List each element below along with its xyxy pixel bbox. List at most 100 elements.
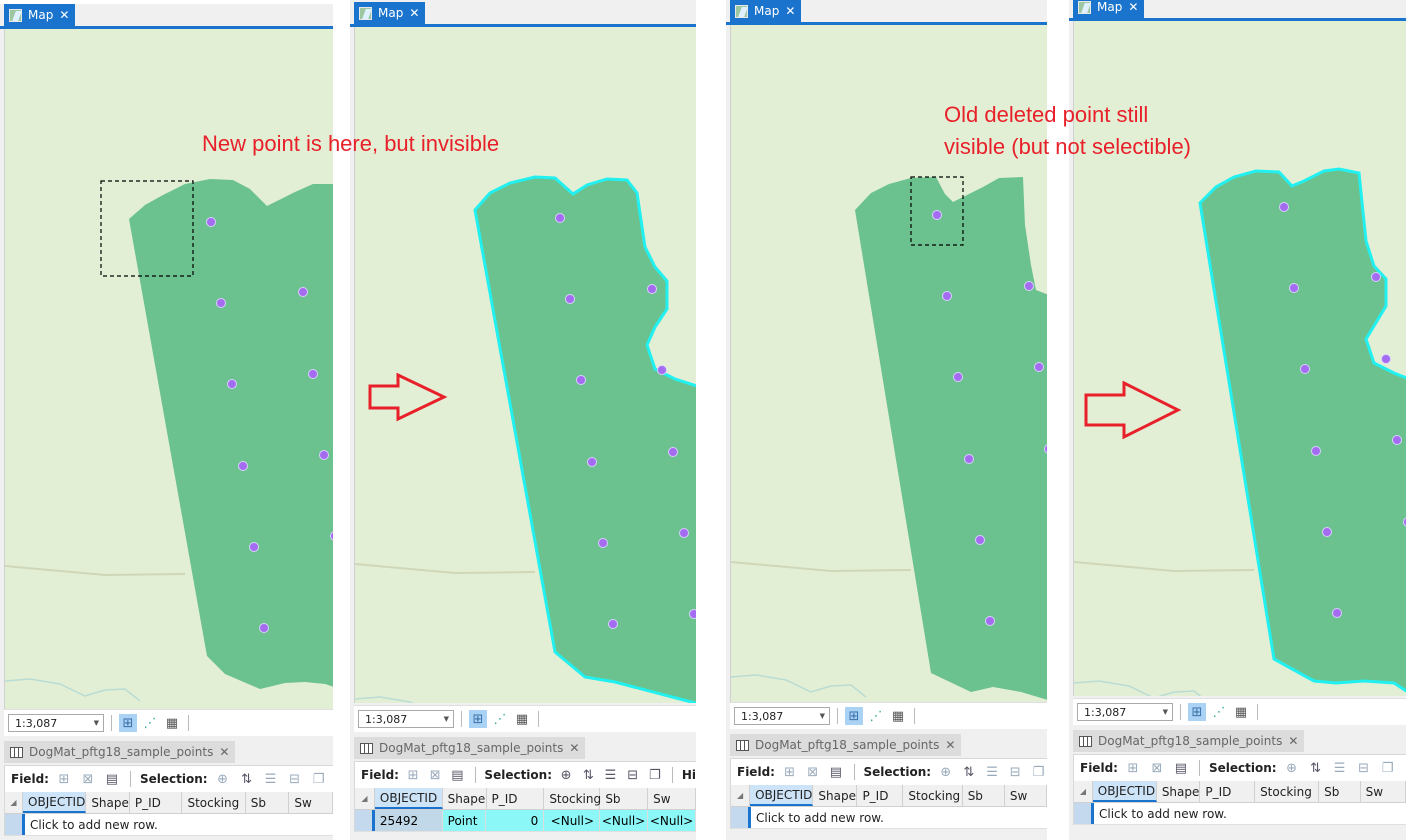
column-header[interactable]: P_ID [1200, 781, 1256, 802]
sample-point[interactable] [668, 447, 678, 457]
field-view-icon[interactable]: ▤ [1172, 761, 1190, 776]
sample-point[interactable] [249, 542, 259, 552]
sample-point[interactable] [587, 457, 597, 467]
select-all-corner[interactable]: ◢ [5, 792, 24, 813]
clear-selection-icon[interactable]: ☰ [602, 768, 618, 783]
column-header[interactable]: Stocking [182, 792, 246, 813]
delete-field-icon[interactable]: ⊠ [804, 765, 821, 780]
field-view-icon[interactable]: ▤ [449, 768, 465, 783]
field-view-icon[interactable]: ▤ [103, 772, 121, 787]
sample-point[interactable] [1392, 435, 1402, 445]
clear-selection-icon[interactable]: ☰ [262, 772, 280, 787]
cell-objectid[interactable]: 25492 [374, 810, 443, 831]
scale-dropdown[interactable]: 1:3,087 ▼ [1077, 703, 1173, 721]
column-header[interactable]: P_ID [487, 788, 545, 809]
sample-point[interactable] [565, 294, 575, 304]
stand-polygon[interactable] [473, 175, 696, 703]
column-header[interactable]: Sb [246, 792, 290, 813]
clear-selection-icon[interactable]: ☰ [983, 765, 1000, 780]
column-header[interactable]: Sb [1319, 781, 1361, 802]
snapping-icon[interactable]: ⋰ [867, 707, 885, 725]
sample-point[interactable] [1034, 362, 1044, 372]
sample-point[interactable] [942, 291, 952, 301]
table-grid-icon[interactable]: ▦ [513, 710, 531, 728]
add-field-icon[interactable]: ⊞ [55, 772, 73, 787]
sample-point[interactable] [206, 217, 216, 227]
switch-selection-icon[interactable]: ⇅ [580, 768, 596, 783]
column-header[interactable]: Shape [1157, 781, 1201, 802]
close-icon[interactable]: ✕ [785, 4, 795, 18]
cell-stocking[interactable]: <Null> [544, 810, 601, 831]
close-icon[interactable]: ✕ [409, 6, 419, 20]
close-icon[interactable]: ✕ [59, 8, 69, 22]
sample-point[interactable] [576, 375, 586, 385]
sample-point[interactable] [647, 284, 657, 294]
column-header[interactable]: OBJECTID [750, 785, 814, 806]
add-field-icon[interactable]: ⊞ [405, 768, 421, 783]
sample-point[interactable] [689, 609, 697, 619]
column-header[interactable]: Stocking [903, 785, 963, 806]
copy-selected-icon[interactable]: ❐ [310, 772, 328, 787]
column-header[interactable]: Sb [963, 785, 1005, 806]
delete-selected-icon[interactable]: ⊟ [1355, 761, 1373, 776]
sample-point[interactable] [608, 619, 618, 629]
sample-point[interactable] [1289, 283, 1299, 293]
table-grid-icon[interactable]: ▦ [163, 714, 181, 732]
grid-add-icon[interactable]: ⊞ [1188, 703, 1206, 721]
column-header[interactable]: Sw [1005, 785, 1047, 806]
sample-point[interactable] [227, 379, 237, 389]
sample-point[interactable] [1024, 281, 1034, 291]
sample-point[interactable] [657, 365, 667, 375]
close-icon[interactable]: ✕ [1128, 0, 1138, 14]
cell-sb[interactable]: <Null> [600, 810, 649, 831]
select-all-corner[interactable]: ◢ [355, 788, 375, 809]
sample-point[interactable] [975, 535, 985, 545]
row-header[interactable] [1074, 803, 1094, 824]
cell-p-id[interactable]: 0 [486, 810, 545, 831]
snapping-icon[interactable]: ⋰ [491, 710, 509, 728]
attribute-table-tab[interactable]: DogMat_pftg18_sample_points ✕ [4, 741, 236, 763]
grid-add-icon[interactable]: ⊞ [469, 710, 487, 728]
cell-shape[interactable]: Point [442, 810, 487, 831]
sample-point[interactable] [1332, 608, 1342, 618]
scale-dropdown[interactable]: 1:3,087 ▼ [8, 714, 104, 732]
sample-point[interactable] [1279, 202, 1289, 212]
sample-point[interactable] [319, 450, 329, 460]
row-header[interactable] [355, 810, 375, 831]
switch-selection-icon[interactable]: ⇅ [1307, 761, 1325, 776]
add-row[interactable]: Click to add new row. [731, 807, 1047, 829]
zoom-to-selection-icon[interactable]: ⊕ [1283, 761, 1301, 776]
delete-selected-icon[interactable]: ⊟ [1007, 765, 1024, 780]
table-grid-icon[interactable]: ▦ [889, 707, 907, 725]
select-all-corner[interactable]: ◢ [731, 785, 751, 806]
sample-point[interactable] [298, 287, 308, 297]
sample-point[interactable] [555, 213, 565, 223]
column-header[interactable]: P_ID [130, 792, 183, 813]
zoom-to-selection-icon[interactable]: ⊕ [214, 772, 232, 787]
delete-field-icon[interactable]: ⊠ [1148, 761, 1166, 776]
sample-point[interactable] [1371, 272, 1381, 282]
map-tab[interactable]: Map ✕ [4, 4, 76, 26]
column-header[interactable]: Shape [443, 788, 487, 809]
row-header[interactable] [5, 814, 25, 835]
add-row[interactable]: Click to add new row. [5, 814, 333, 836]
column-header[interactable]: Shape [813, 785, 858, 806]
snapping-icon[interactable]: ⋰ [1210, 703, 1228, 721]
sample-point[interactable] [238, 461, 248, 471]
switch-selection-icon[interactable]: ⇅ [960, 765, 977, 780]
column-header[interactable]: OBJECTID [374, 788, 443, 809]
map-tab[interactable]: Map ✕ [730, 0, 802, 22]
zoom-to-selection-icon[interactable]: ⊕ [558, 768, 574, 783]
sample-point[interactable] [259, 623, 269, 633]
delete-selected-icon[interactable]: ⊟ [286, 772, 304, 787]
map-tab[interactable]: Map ✕ [1073, 0, 1145, 18]
column-header[interactable]: P_ID [857, 785, 904, 806]
clear-selection-icon[interactable]: ☰ [1331, 761, 1349, 776]
sample-point[interactable] [1322, 527, 1332, 537]
close-icon[interactable]: ✕ [219, 745, 229, 759]
sample-point[interactable] [679, 528, 689, 538]
map-tab[interactable]: Map ✕ [354, 2, 426, 24]
cell-sw[interactable]: <Null> [648, 810, 696, 831]
attribute-table-tab[interactable]: DogMat_pftg18_sample_points ✕ [354, 737, 586, 759]
sample-point[interactable] [1300, 364, 1310, 374]
